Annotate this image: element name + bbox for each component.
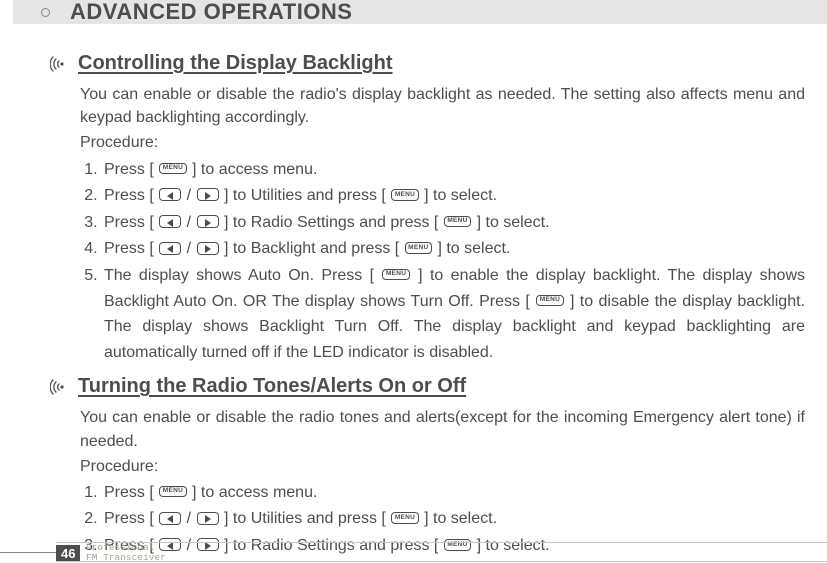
step-text: ] to access menu. xyxy=(188,484,318,501)
step-text: / xyxy=(182,214,195,231)
body-text: You can enable or disable the radio's di… xyxy=(80,83,805,129)
procedure-list: Press [ MENU ] to access menu. Press [ /… xyxy=(80,480,805,559)
step-text: Press [ xyxy=(104,161,158,178)
section-heading: Turning the Radio Tones/Alerts On or Off xyxy=(50,375,805,398)
right-arrow-icon xyxy=(197,188,219,201)
step-text: / xyxy=(182,240,195,257)
procedure-list: Press [ MENU ] to access menu. Press [ /… xyxy=(80,157,805,366)
section-title: Controlling the Display Backlight xyxy=(78,52,392,75)
step-text: ] to Backlight and press [ xyxy=(220,240,404,257)
step-text: Press [ xyxy=(104,187,158,204)
list-item: Press [ / ] to Backlight and press [ MEN… xyxy=(102,236,805,262)
radio-waves-icon xyxy=(50,55,70,73)
menu-button-icon: MENU xyxy=(444,216,471,228)
menu-button-icon: MENU xyxy=(391,189,418,201)
step-text: Press [ xyxy=(104,484,158,501)
menu-button-icon: MENU xyxy=(159,163,186,175)
step-text: ] to select. xyxy=(472,214,549,231)
brand-label: Professional FM Transceiver xyxy=(86,543,166,563)
step-text: ] to Utilities and press [ xyxy=(220,187,391,204)
step-text: Press [ xyxy=(104,214,158,231)
step-text: ] to access menu. xyxy=(188,161,318,178)
page-number-badge: 46 xyxy=(56,545,80,562)
step-text: / xyxy=(182,510,195,527)
body-text: You can enable or disable the radio tone… xyxy=(80,406,805,452)
menu-button-icon: MENU xyxy=(382,269,409,281)
list-item: Press [ / ] to Radio Settings and press … xyxy=(102,210,805,236)
list-item: Press [ MENU ] to access menu. xyxy=(102,480,805,506)
step-text: Press [ xyxy=(104,510,158,527)
right-arrow-icon xyxy=(197,512,219,525)
menu-button-icon: MENU xyxy=(536,295,563,307)
right-arrow-icon xyxy=(197,538,219,551)
left-arrow-icon xyxy=(159,512,181,525)
left-arrow-icon xyxy=(159,215,181,228)
step-text: ] to select. xyxy=(420,187,497,204)
step-text: ] to Utilities and press [ xyxy=(220,510,391,527)
step-text: / xyxy=(182,537,195,554)
radio-waves-icon xyxy=(50,378,70,396)
step-text: ] to Radio Settings and press [ xyxy=(220,537,443,554)
left-arrow-icon xyxy=(159,242,181,255)
section-heading: Controlling the Display Backlight xyxy=(50,52,805,75)
procedure-label: Procedure: xyxy=(80,455,805,478)
step-text: ] to Radio Settings and press [ xyxy=(220,214,443,231)
step-text: / xyxy=(182,187,195,204)
list-item: Press [ / ] to Utilities and press [ MEN… xyxy=(102,506,805,532)
page-header-bar: ADVANCED OPERATIONS xyxy=(13,0,827,24)
list-item: Press [ / ] to Utilities and press [ MEN… xyxy=(102,183,805,209)
step-text: The display shows Auto On. Press [ xyxy=(104,267,381,284)
menu-button-icon: MENU xyxy=(159,486,186,498)
step-text: ] to select. xyxy=(420,510,497,527)
divider xyxy=(56,542,827,543)
step-text: ] to select. xyxy=(433,240,510,257)
right-arrow-icon xyxy=(197,215,219,228)
procedure-label: Procedure: xyxy=(80,131,805,154)
menu-button-icon: MENU xyxy=(405,242,432,254)
section-title: Turning the Radio Tones/Alerts On or Off xyxy=(78,375,466,398)
divider xyxy=(0,552,56,553)
step-text: ] to select. xyxy=(472,537,549,554)
list-item: Press [ MENU ] to access menu. xyxy=(102,157,805,183)
page-title: ADVANCED OPERATIONS xyxy=(70,0,352,25)
list-item: The display shows Auto On. Press [ MENU … xyxy=(102,263,805,365)
bullet-icon xyxy=(41,8,50,17)
menu-button-icon: MENU xyxy=(391,512,418,524)
step-text: Press [ xyxy=(104,240,158,257)
menu-button-icon: MENU xyxy=(444,539,471,551)
right-arrow-icon xyxy=(197,242,219,255)
divider xyxy=(56,561,827,562)
left-arrow-icon xyxy=(159,188,181,201)
